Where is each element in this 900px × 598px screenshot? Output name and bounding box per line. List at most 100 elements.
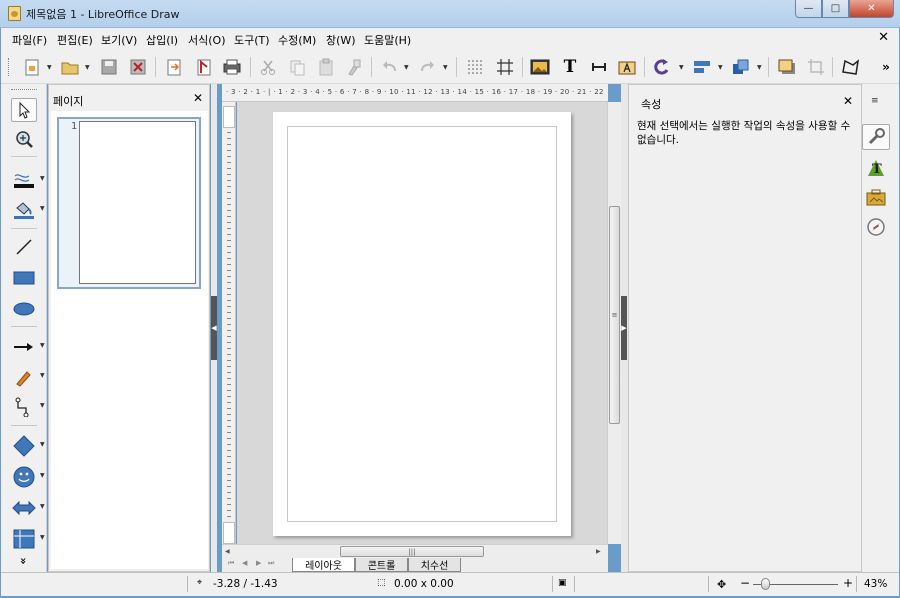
new-document-icon[interactable]: [21, 56, 43, 78]
navigator-icon[interactable]: [862, 214, 890, 240]
copy-icon[interactable]: [286, 56, 308, 78]
block-arrows-dropdown-arrow[interactable]: ▼: [40, 503, 45, 510]
menu-tools[interactable]: 도구(T): [234, 32, 270, 48]
collapse-sidebar-handle[interactable]: ▶: [621, 296, 627, 360]
align-icon[interactable]: [691, 56, 713, 78]
new-dropdown-arrow[interactable]: ▼: [47, 64, 52, 71]
select-icon[interactable]: [11, 98, 37, 122]
zoom-fit-icon[interactable]: ✥: [717, 578, 726, 591]
first-tab-button[interactable]: ⏮: [228, 559, 234, 568]
document-modified-icon[interactable]: ▣: [558, 578, 567, 588]
horizontal-scrollbar-thumb[interactable]: |||: [340, 546, 484, 557]
pages-pane-close-button[interactable]: ✕: [193, 91, 203, 105]
rotate-dropdown-arrow[interactable]: ▼: [679, 64, 684, 71]
arrow-dropdown-arrow[interactable]: ▼: [40, 342, 45, 349]
basic-shapes-dropdown-arrow[interactable]: ▼: [40, 441, 45, 448]
save-icon[interactable]: [98, 56, 120, 78]
fill-color-icon[interactable]: [11, 198, 37, 222]
page-thumbnail[interactable]: 1: [57, 117, 201, 289]
symbol-shapes-icon[interactable]: [11, 465, 37, 489]
next-tab-button[interactable]: ▶: [256, 559, 261, 567]
horizontal-scrollbar[interactable]: ◀ ||| ▶: [222, 544, 608, 558]
line-color-dropdown-arrow[interactable]: ▼: [40, 175, 45, 182]
print-icon[interactable]: [221, 56, 243, 78]
menu-window[interactable]: 창(W): [326, 32, 356, 48]
rotate-icon[interactable]: [651, 56, 673, 78]
more-tools-button[interactable]: »: [17, 548, 31, 574]
fontwork-icon[interactable]: [616, 56, 638, 78]
vertical-scrollbar-thumb[interactable]: ≡: [609, 206, 620, 424]
scroll-right-arrow[interactable]: ▶: [596, 548, 601, 555]
export-directly-pdf-icon[interactable]: [193, 56, 215, 78]
menu-help[interactable]: 도움말(H): [364, 32, 411, 48]
close-window-button[interactable]: ✕: [849, 0, 894, 18]
toolbar-grip[interactable]: [8, 58, 11, 76]
rectangle-icon[interactable]: [11, 266, 37, 290]
line-color-icon[interactable]: [11, 168, 37, 192]
redo-dropdown-arrow[interactable]: ▼: [443, 64, 448, 71]
menu-file[interactable]: 파일(F): [12, 32, 47, 48]
sidebar-menu-button[interactable]: ≡: [871, 96, 879, 106]
fill-color-dropdown-arrow[interactable]: ▼: [40, 205, 45, 212]
flowchart-dropdown-arrow[interactable]: ▼: [40, 534, 45, 541]
undo-icon[interactable]: [378, 56, 400, 78]
right-pane-splitter[interactable]: ▶: [621, 84, 628, 572]
scroll-left-arrow[interactable]: ◀: [225, 548, 230, 555]
properties-wrench-icon[interactable]: [862, 124, 890, 150]
vertical-scrollbar[interactable]: ≡: [607, 102, 621, 544]
menu-insert[interactable]: 삽입(I): [146, 32, 178, 48]
zoom-slider-knob[interactable]: [761, 578, 771, 590]
connector-icon[interactable]: [11, 395, 37, 419]
grid-icon[interactable]: [464, 56, 486, 78]
last-tab-button[interactable]: ⏭: [268, 559, 274, 568]
vertical-ruler[interactable]: [222, 102, 236, 546]
drawing-canvas[interactable]: [237, 102, 607, 544]
zoom-percentage[interactable]: 43%: [864, 578, 887, 590]
symbol-shapes-dropdown-arrow[interactable]: ▼: [40, 472, 45, 479]
menu-edit[interactable]: 편집(E): [57, 32, 93, 48]
zoom-in-button[interactable]: +: [843, 576, 853, 590]
ellipse-icon[interactable]: [11, 297, 37, 321]
line-icon[interactable]: [11, 235, 37, 259]
align-dropdown-arrow[interactable]: ▼: [718, 64, 723, 71]
tab-layout[interactable]: 레이아웃: [292, 558, 355, 572]
connector-dropdown-arrow[interactable]: ▼: [40, 402, 45, 409]
curve-dropdown-arrow[interactable]: ▼: [40, 372, 45, 379]
image-icon[interactable]: [529, 56, 551, 78]
paste-icon[interactable]: [315, 56, 337, 78]
previous-tab-button[interactable]: ◀: [242, 559, 247, 567]
arrange-icon[interactable]: [730, 56, 752, 78]
close-document-button[interactable]: ✕: [878, 30, 889, 45]
basic-shapes-icon[interactable]: [11, 434, 37, 458]
gallery-icon[interactable]: [862, 184, 890, 210]
undo-dropdown-arrow[interactable]: ▼: [404, 64, 409, 71]
helplines-icon[interactable]: [494, 56, 516, 78]
menu-format[interactable]: 서식(O): [188, 32, 225, 48]
crop-icon[interactable]: [805, 56, 827, 78]
horizontal-ruler[interactable]: · 3 · 2 · 1 · | · 1 · 2 · 3 · 4 · 5 · 6 …: [222, 84, 608, 102]
dimension-line-icon[interactable]: [588, 56, 610, 78]
menu-modify[interactable]: 수정(M): [278, 32, 316, 48]
maximize-button[interactable]: □: [822, 0, 849, 18]
collapse-left-pane-handle[interactable]: ◀: [211, 296, 217, 360]
left-pane-splitter[interactable]: ◀: [211, 84, 217, 572]
text-icon[interactable]: T: [559, 56, 581, 78]
block-arrows-icon[interactable]: [11, 496, 37, 520]
menu-view[interactable]: 보기(V): [101, 32, 137, 48]
redo-icon[interactable]: [417, 56, 439, 78]
minimize-button[interactable]: —: [795, 0, 822, 18]
import-icon[interactable]: [163, 56, 185, 78]
curve-icon[interactable]: [11, 365, 37, 389]
sidebar-close-button[interactable]: ✕: [843, 94, 853, 108]
styles-formatting-icon[interactable]: T: [862, 155, 890, 181]
toolbar-overflow-button[interactable]: »: [875, 56, 897, 78]
open-icon[interactable]: [59, 56, 81, 78]
arrow-line-icon[interactable]: [11, 335, 37, 359]
tab-dimension-lines[interactable]: 치수선: [408, 558, 461, 572]
export-pdf-icon[interactable]: [127, 56, 149, 78]
arrange-dropdown-arrow[interactable]: ▼: [757, 64, 762, 71]
points-icon[interactable]: [839, 56, 861, 78]
tab-controls[interactable]: 콘트롤: [355, 558, 408, 572]
zoom-out-button[interactable]: −: [740, 576, 750, 590]
zoom-icon[interactable]: [11, 127, 37, 151]
